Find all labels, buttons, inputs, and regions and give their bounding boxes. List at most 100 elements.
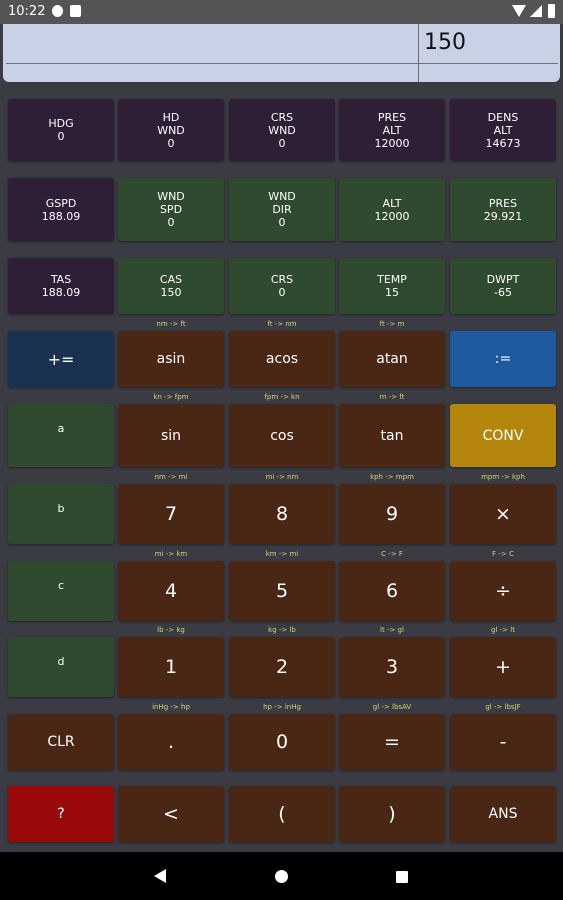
hint-nm-mi: nm -> mi xyxy=(154,473,188,481)
var-a-button[interactable]: a xyxy=(8,404,114,467)
alt-label: ALT xyxy=(382,196,402,210)
home-icon[interactable] xyxy=(275,870,288,883)
decimal-button[interactable]: . xyxy=(118,714,224,770)
status-bar: 10:22 xyxy=(0,0,563,24)
hint-lt-gl: lt -> gl xyxy=(380,626,404,634)
pres-alt-button[interactable]: PRES ALT 12000 xyxy=(339,99,445,161)
subtract-button[interactable]: - xyxy=(450,714,556,770)
divide-button[interactable]: ÷ xyxy=(450,561,556,621)
temp-value: 15 xyxy=(385,286,399,299)
dwpt-label: DWPT xyxy=(486,273,520,286)
wnd-dir-value: 0 xyxy=(278,216,286,229)
temp-label: TEMP xyxy=(377,273,407,286)
navigation-bar xyxy=(0,852,563,900)
assign-button[interactable]: := xyxy=(450,331,556,387)
help-button[interactable]: ? xyxy=(8,786,114,842)
dens-alt-label-1: DENS xyxy=(487,110,519,124)
ans-button[interactable]: ANS xyxy=(450,786,556,842)
gspd-button[interactable]: GSPD 188.09 xyxy=(8,178,114,241)
multiply-button[interactable]: × xyxy=(450,484,556,544)
tan-button[interactable]: tan xyxy=(339,404,445,467)
crs-wnd-label-2: WND xyxy=(268,123,296,137)
alt-button[interactable]: ALT 12000 xyxy=(339,178,445,241)
conv-button[interactable]: CONV xyxy=(450,404,556,467)
gspd-value: 188.09 xyxy=(41,209,81,223)
add-button[interactable]: + xyxy=(450,637,556,697)
hint-gl-lbsjf: gl -> lbsJF xyxy=(485,703,521,711)
pres-button[interactable]: PRES 29.921 xyxy=(450,178,556,241)
wnd-spd-value: 0 xyxy=(167,216,175,229)
hint-f-c: F -> C xyxy=(492,550,514,558)
hint-mi-km: mi -> km xyxy=(154,550,188,558)
key-2-button[interactable]: 2 xyxy=(229,637,335,697)
var-c-button[interactable]: c xyxy=(8,561,114,621)
key-7-button[interactable]: 7 xyxy=(118,484,224,544)
crs-wnd-value: 0 xyxy=(278,136,286,150)
hdg-value: 0 xyxy=(57,130,65,143)
crs-wnd-button[interactable]: CRS WND 0 xyxy=(229,99,335,161)
wnd-spd-label-2: SPD xyxy=(159,203,183,216)
atan-button[interactable]: atan xyxy=(339,331,445,387)
display-underline xyxy=(6,63,558,64)
hdg-label: HDG xyxy=(48,117,74,130)
hint-ft-nm: ft -> nm xyxy=(267,320,297,328)
wnd-spd-button[interactable]: WND SPD 0 xyxy=(118,178,224,241)
pres-alt-label-2: ALT xyxy=(382,123,402,137)
hint-inhg-hp: inHg -> hp xyxy=(152,703,190,711)
tas-label: TAS xyxy=(50,273,72,286)
tas-button[interactable]: TAS 188.09 xyxy=(8,258,114,314)
back-icon[interactable] xyxy=(154,869,166,883)
storage-notification-icon xyxy=(70,5,81,17)
cas-button[interactable]: CAS 150 xyxy=(118,258,224,314)
hint-c-f: C -> F xyxy=(381,550,403,558)
hint-nm-ft: nm -> ft xyxy=(156,320,186,328)
cos-button[interactable]: cos xyxy=(229,404,335,467)
sin-button[interactable]: sin xyxy=(118,404,224,467)
hint-kg-lb: kg -> lb xyxy=(268,626,296,634)
var-d-button[interactable]: d xyxy=(8,637,114,697)
hint-m-ft: m -> ft xyxy=(379,393,405,401)
var-b-button[interactable]: b xyxy=(8,484,114,544)
key-6-button[interactable]: 6 xyxy=(339,561,445,621)
alt-value: 12000 xyxy=(374,209,410,223)
key-3-button[interactable]: 3 xyxy=(339,637,445,697)
key-8-button[interactable]: 8 xyxy=(229,484,335,544)
temp-button[interactable]: TEMP 15 xyxy=(339,258,445,314)
display[interactable]: 150 xyxy=(3,24,560,82)
left-paren-button[interactable]: ( xyxy=(229,786,335,842)
cas-label: CAS xyxy=(159,273,183,286)
tas-value: 188.09 xyxy=(41,286,81,299)
hd-wnd-label-2: WND xyxy=(157,123,185,137)
hdg-button[interactable]: HDG 0 xyxy=(8,99,114,161)
recent-apps-icon[interactable] xyxy=(396,871,408,883)
asin-button[interactable]: asin xyxy=(118,331,224,387)
wnd-dir-label-1: WND xyxy=(268,190,296,203)
hd-wnd-label-1: HD xyxy=(162,110,180,124)
equals-button[interactable]: = xyxy=(339,714,445,770)
acos-button[interactable]: acos xyxy=(229,331,335,387)
backspace-button[interactable]: < xyxy=(118,786,224,842)
key-1-button[interactable]: 1 xyxy=(118,637,224,697)
dwpt-value: -65 xyxy=(494,286,512,299)
key-4-button[interactable]: 4 xyxy=(118,561,224,621)
dwpt-button[interactable]: DWPT -65 xyxy=(450,258,556,314)
key-0-button[interactable]: 0 xyxy=(229,714,335,770)
hint-gl-lt: gl -> lt xyxy=(491,626,515,634)
battery-icon xyxy=(548,4,555,18)
pres-label: PRES xyxy=(488,196,518,210)
hint-lb-kg: lb -> kg xyxy=(157,626,185,634)
dens-alt-button[interactable]: DENS ALT 14673 xyxy=(450,99,556,161)
crs-button[interactable]: CRS 0 xyxy=(229,258,335,314)
hint-ft-m: ft -> m xyxy=(379,320,405,328)
wnd-dir-button[interactable]: WND DIR 0 xyxy=(229,178,335,241)
crs-value: 0 xyxy=(278,286,286,299)
clear-button[interactable]: CLR xyxy=(8,714,114,770)
hd-wnd-button[interactable]: HD WND 0 xyxy=(118,99,224,161)
key-9-button[interactable]: 9 xyxy=(339,484,445,544)
hint-mpm-kph: mpm -> kph xyxy=(481,473,525,481)
plus-assign-button[interactable]: += xyxy=(8,331,114,387)
right-paren-button[interactable]: ) xyxy=(339,786,445,842)
crs-label: CRS xyxy=(270,273,294,286)
signal-icon xyxy=(530,5,542,17)
key-5-button[interactable]: 5 xyxy=(229,561,335,621)
